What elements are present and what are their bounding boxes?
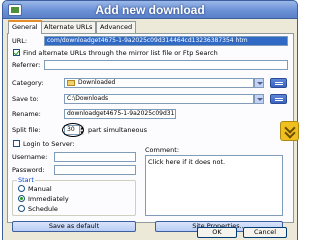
tab-advanced[interactable]: Advanced [96, 21, 137, 33]
tab-alternate-urls-label: Alternate URLs [44, 23, 93, 31]
start-immediately-label: Immediately [28, 195, 69, 203]
tab-general[interactable]: General [8, 20, 42, 34]
save-as-default-button[interactable]: Save as default [12, 221, 136, 232]
password-label: Password: [12, 166, 45, 174]
category-dropdown-button[interactable] [254, 78, 264, 88]
highlight-circle [62, 123, 84, 137]
browse-folder-button[interactable] [270, 94, 287, 104]
ok-button[interactable]: OK [197, 227, 237, 238]
start-schedule-label: Schedule [28, 205, 58, 213]
find-alternate-checkbox[interactable] [13, 49, 20, 56]
rename-label: Rename: [12, 110, 41, 118]
find-alternate-label: Find alternate URLs through the mirror l… [23, 49, 218, 57]
category-value: Downloaded [78, 79, 116, 86]
referrer-label: Referrer: [12, 61, 41, 69]
category-combo[interactable]: Downloaded [64, 78, 254, 88]
title-bar[interactable]: Add new download [2, 0, 298, 19]
cancel-button[interactable]: Cancel [243, 227, 287, 238]
url-field[interactable]: com/downloadget4675-1-9a2025c09d314464cd… [44, 36, 288, 46]
folder-icon [67, 80, 75, 86]
comment-textarea[interactable]: Click here if it does not. [145, 155, 283, 216]
split-file-label: Split file: [12, 126, 41, 134]
start-manual-label: Manual [28, 185, 52, 193]
username-label: Username: [12, 153, 48, 161]
expand-chevron-icon[interactable] [280, 121, 299, 141]
start-schedule-radio[interactable] [18, 205, 25, 212]
username-field[interactable] [54, 152, 136, 162]
comment-text: Click here if it does not. [148, 158, 226, 166]
split-file-suffix: part simultaneous [88, 126, 147, 134]
add-download-dialog: General Alternate URLs Advanced URL: com… [2, 19, 298, 240]
general-panel: URL: com/downloadget4675-1-9a2025c09d314… [7, 33, 294, 232]
save-to-dropdown-button[interactable] [254, 94, 264, 104]
login-checkbox[interactable] [13, 140, 20, 147]
tab-general-label: General [12, 23, 38, 31]
window-title: Add new download [95, 3, 205, 17]
tab-advanced-label: Advanced [100, 23, 133, 31]
start-manual-radio[interactable] [18, 185, 25, 192]
login-label: Login to Server: [23, 140, 75, 148]
url-label: URL: [12, 37, 28, 45]
referrer-field[interactable] [44, 60, 288, 70]
category-menu-button[interactable] [270, 78, 287, 88]
category-label: Category: [12, 79, 44, 87]
menu-icon [275, 82, 283, 85]
comment-label: Comment: [145, 146, 180, 154]
password-field[interactable] [54, 165, 136, 175]
tab-alternate-urls[interactable]: Alternate URLs [40, 21, 97, 33]
save-to-field[interactable]: C:\Downloads [64, 94, 254, 104]
save-to-label: Save to: [12, 95, 39, 103]
start-immediately-radio[interactable] [18, 195, 25, 202]
rename-field[interactable]: downloadget4675-1-9a2025c09d31 [64, 109, 176, 119]
start-group-title: Start [17, 176, 35, 184]
menu-icon [275, 98, 283, 101]
